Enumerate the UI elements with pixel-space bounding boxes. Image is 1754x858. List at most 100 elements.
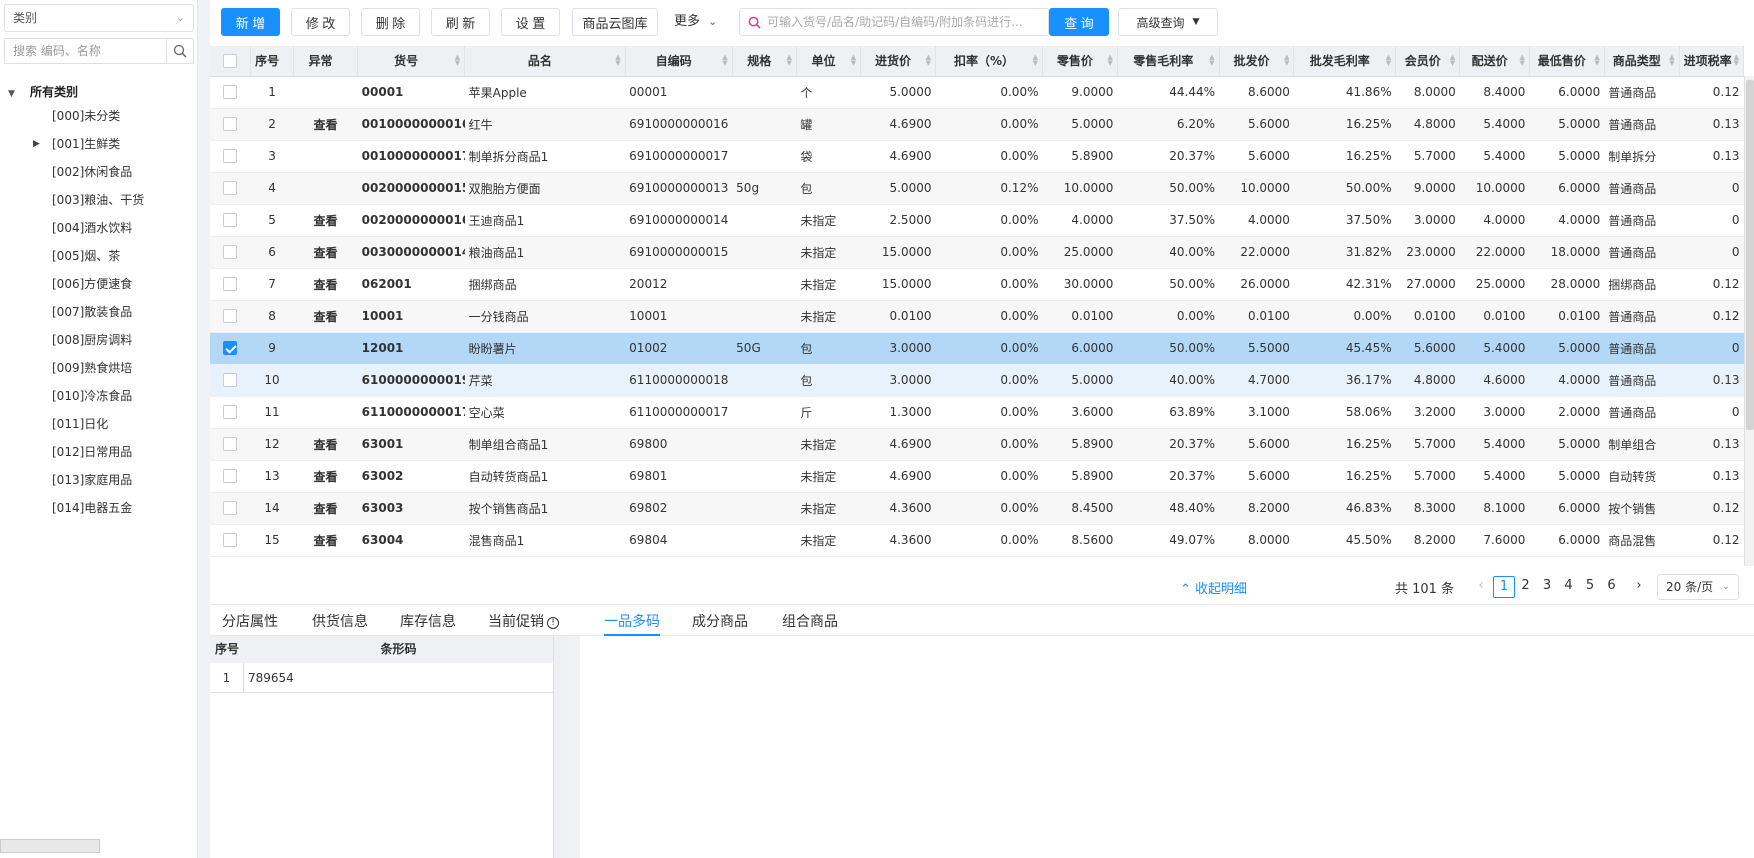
column-header[interactable]: 零售毛利率 ▲ ▼ <box>1117 46 1220 77</box>
abnormal-view-link[interactable] <box>293 332 358 365</box>
table-row[interactable]: 9 12001 盼盼薯片 01002 50G 包 3.0000 0.00% 6.0000 50.0… <box>210 332 1744 365</box>
row-checkbox[interactable] <box>223 341 238 356</box>
table-row[interactable]: 14 查看 63003 按个销售商品1 69802 未指定 4.3600 0.00% 8.450… <box>210 492 1744 525</box>
left-horizontal-scrollbar[interactable] <box>0 839 100 853</box>
row-checkbox[interactable] <box>223 437 238 452</box>
query-button[interactable]: 查 询 <box>1049 8 1109 36</box>
sort-icon[interactable]: ▲ ▼ <box>1594 54 1599 67</box>
table-row[interactable]: 3 0010000000017 制单拆分商品1 6910000000017 袋 4.690… <box>210 140 1744 173</box>
row-checkbox[interactable] <box>223 373 238 388</box>
column-header[interactable]: 商品类型 ▲ ▼ <box>1604 46 1680 77</box>
abnormal-view-link[interactable]: 查看 <box>293 204 358 237</box>
column-header[interactable]: 会员价 ▲ ▼ <box>1395 46 1461 77</box>
category-search-button[interactable] <box>166 39 193 63</box>
sort-icon[interactable]: ▲ ▼ <box>926 54 931 67</box>
row-select-cell[interactable] <box>210 140 251 173</box>
row-select-cell[interactable] <box>210 364 251 397</box>
settings-button[interactable]: 设 置 <box>501 8 560 36</box>
abnormal-view-link[interactable]: 查看 <box>293 236 358 269</box>
prev-page-icon[interactable]: ‹ <box>1470 576 1492 598</box>
product-code-link[interactable]: 0030000000014 <box>357 236 465 269</box>
collapse-details-link[interactable]: ⌃ 收起明细 <box>1180 578 1247 597</box>
table-row[interactable]: 2 查看 0010000000016 红牛 6910000000016 罐 4.6900 0.… <box>210 108 1744 141</box>
tree-item[interactable]: [009]熟食烘培 <box>0 354 198 382</box>
column-header[interactable]: 扣率（%） ▲ ▼ <box>935 46 1043 77</box>
column-header[interactable]: 配送价 ▲ ▼ <box>1459 46 1530 77</box>
detail-tab[interactable]: 分店属性 <box>222 611 278 636</box>
column-header[interactable]: 批发毛利率 ▲ ▼ <box>1293 46 1397 77</box>
row-checkbox[interactable] <box>223 181 238 196</box>
product-code-link[interactable]: 0020000000016 <box>357 204 465 237</box>
abnormal-view-link[interactable]: 查看 <box>293 460 358 493</box>
table-row[interactable]: 10 6100000000019 芹菜 6110000000018 包 3.0000 0.0… <box>210 364 1744 397</box>
row-select-cell[interactable] <box>210 172 251 205</box>
column-header[interactable]: 异常 <box>293 46 359 77</box>
abnormal-view-link[interactable]: 查看 <box>293 300 358 333</box>
detail-tab[interactable]: 供货信息 <box>312 611 368 636</box>
abnormal-view-link[interactable]: 查看 <box>293 428 358 461</box>
tree-item[interactable]: [002]休闲食品 <box>0 158 198 186</box>
table-row[interactable]: 6 查看 0030000000014 粮油商品1 6910000000015 未指定 15.… <box>210 236 1744 269</box>
sort-icon[interactable]: ▲ ▼ <box>1734 54 1739 67</box>
detail-tab[interactable]: 当前促销! <box>488 611 559 636</box>
column-header[interactable]: 进货价 ▲ ▼ <box>860 46 936 77</box>
abnormal-view-link[interactable]: 查看 <box>293 524 358 557</box>
product-code-link[interactable]: 0010000000016 <box>357 108 465 141</box>
product-code-link[interactable]: 0010000000017 <box>357 140 465 173</box>
abnormal-view-link[interactable] <box>293 76 358 109</box>
caret-right-icon[interactable]: ▶ <box>33 130 40 158</box>
row-checkbox[interactable] <box>223 85 238 100</box>
caret-down-icon[interactable]: ▼ <box>8 84 20 104</box>
abnormal-view-link[interactable]: 查看 <box>293 108 358 141</box>
row-select-cell[interactable] <box>210 204 251 237</box>
panel-divider[interactable] <box>568 636 580 858</box>
abnormal-view-link[interactable]: 查看 <box>293 268 358 301</box>
advanced-query-button[interactable]: 高级查询 ▼ <box>1118 8 1218 36</box>
tree-item[interactable]: [012]日常用品 <box>0 438 198 466</box>
sort-icon[interactable]: ▲ ▼ <box>722 54 727 67</box>
vertical-scroll-thumb[interactable] <box>1746 80 1754 430</box>
table-row[interactable]: 4 0020000000015 双胞胎方便面 6910000000013 50g 包 5.0… <box>210 172 1744 205</box>
product-code-link[interactable]: 10001 <box>357 300 465 333</box>
row-checkbox[interactable] <box>223 469 238 484</box>
page-number[interactable]: 6 <box>1601 576 1623 598</box>
next-page-icon[interactable]: › <box>1628 576 1650 598</box>
column-header[interactable]: 货号 ▲ ▼ <box>357 46 466 77</box>
row-select-cell[interactable] <box>210 396 251 429</box>
column-header[interactable]: 单位 ▲ ▼ <box>796 46 862 77</box>
page-number[interactable]: 2 <box>1515 576 1537 598</box>
product-code-link[interactable]: 00001 <box>357 76 465 109</box>
tree-item[interactable]: [014]电器五金 <box>0 494 198 522</box>
info-icon[interactable]: ! <box>547 617 559 629</box>
table-row[interactable]: 11 6110000000017 空心菜 6110000000017 斤 1.3000 0.… <box>210 396 1744 429</box>
product-code-link[interactable]: 63001 <box>357 428 465 461</box>
sort-icon[interactable]: ▲ ▼ <box>455 54 460 67</box>
row-checkbox[interactable] <box>223 405 238 420</box>
row-select-cell[interactable] <box>210 492 251 525</box>
row-checkbox[interactable] <box>223 149 238 164</box>
tree-item[interactable]: [005]烟、茶 <box>0 242 198 270</box>
tree-item[interactable]: [010]冷冻食品 <box>0 382 198 410</box>
tree-item[interactable]: [003]粮油、干货 <box>0 186 198 214</box>
row-select-cell[interactable] <box>210 460 251 493</box>
abnormal-view-link[interactable] <box>293 172 358 205</box>
product-search-input[interactable] <box>767 10 1048 34</box>
row-select-cell[interactable] <box>210 108 251 141</box>
column-header[interactable]: 最低售价 ▲ ▼ <box>1529 46 1605 77</box>
barcode-table-scrollbar[interactable] <box>553 636 568 858</box>
row-select-cell[interactable] <box>210 300 251 333</box>
sort-icon[interactable]: ▲ ▼ <box>1386 54 1391 67</box>
row-checkbox[interactable] <box>223 277 238 292</box>
page-number[interactable]: 3 <box>1536 576 1558 598</box>
tree-item[interactable]: [004]酒水饮料 <box>0 214 198 242</box>
column-header[interactable]: 规格 ▲ ▼ <box>732 46 797 77</box>
detail-tab[interactable]: 组合商品 <box>782 611 838 636</box>
product-code-link[interactable]: 6110000000017 <box>357 396 465 429</box>
tree-item[interactable]: ▶ [001]生鲜类 <box>0 130 198 158</box>
edit-button[interactable]: 修 改 <box>291 8 350 36</box>
column-header[interactable]: 序号 <box>250 46 294 77</box>
row-select-cell[interactable] <box>210 268 251 301</box>
table-row[interactable]: 13 查看 63002 自动转货商品1 69801 未指定 4.6900 0.00% 5.890… <box>210 460 1744 493</box>
delete-button[interactable]: 删 除 <box>361 8 420 36</box>
sort-icon[interactable]: ▲ ▼ <box>1033 54 1038 67</box>
